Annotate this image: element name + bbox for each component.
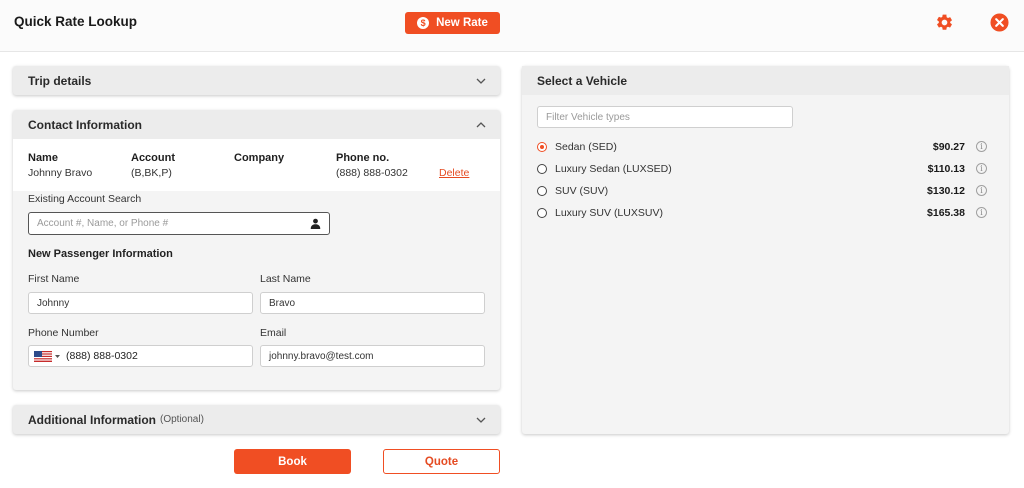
name-value: Johnny Bravo — [28, 167, 93, 179]
trip-details-panel-header[interactable]: Trip details — [13, 66, 500, 95]
us-flag-icon[interactable] — [34, 351, 52, 362]
select-vehicle-title: Select a Vehicle — [522, 66, 1009, 95]
dollar-circle-icon: $ — [417, 17, 430, 29]
chevron-down-icon[interactable] — [55, 355, 60, 358]
top-bar: Quick Rate Lookup $ New Rate — [0, 0, 1024, 52]
phone-column-label: Phone no. — [336, 152, 390, 164]
name-column-label: Name — [28, 152, 58, 164]
info-icon[interactable]: i — [976, 185, 987, 196]
additional-information-title: Additional Information — [28, 412, 156, 427]
book-button[interactable]: Book — [234, 449, 351, 474]
vehicle-price: $130.12 — [927, 185, 965, 197]
info-icon[interactable]: i — [976, 207, 987, 218]
email-label: Email — [260, 327, 287, 339]
info-icon[interactable]: i — [976, 141, 987, 152]
vehicle-radio[interactable] — [537, 186, 547, 196]
vehicle-option[interactable]: Sedan (SED) $90.27 i — [537, 139, 987, 155]
last-name-label: Last Name — [260, 273, 311, 285]
vehicle-name: SUV (SUV) — [555, 185, 609, 197]
new-rate-label: New Rate — [436, 17, 488, 29]
gear-icon[interactable] — [935, 13, 954, 32]
last-name-value: Bravo — [269, 297, 296, 309]
vehicle-price: $165.38 — [927, 207, 965, 219]
close-circle-icon[interactable] — [990, 13, 1009, 32]
vehicle-option[interactable]: SUV (SUV) $130.12 i — [537, 183, 987, 199]
company-column-label: Company — [234, 152, 285, 164]
email-value: johnny.bravo@test.com — [269, 350, 374, 362]
first-name-label: First Name — [28, 273, 80, 285]
vehicle-radio[interactable] — [537, 142, 547, 152]
vehicle-name: Sedan (SED) — [555, 141, 617, 153]
account-value: (B,BK,P) — [131, 167, 172, 179]
vehicle-name: Luxury SUV (LUXSUV) — [555, 207, 663, 219]
account-column-label: Account — [131, 152, 175, 164]
vehicle-price: $110.13 — [927, 163, 965, 175]
account-search-placeholder: Account #, Name, or Phone # — [37, 218, 169, 229]
filter-vehicle-placeholder: Filter Vehicle types — [546, 111, 630, 123]
filter-vehicle-input[interactable]: Filter Vehicle types — [537, 106, 793, 128]
vehicle-option[interactable]: Luxury SUV (LUXSUV) $165.38 i — [537, 205, 987, 221]
vehicle-option[interactable]: Luxury Sedan (LUXSED) $110.13 i — [537, 161, 987, 177]
page-title: Quick Rate Lookup — [14, 14, 138, 29]
trip-details-title: Trip details — [28, 73, 92, 88]
select-vehicle-panel: Select a Vehicle Filter Vehicle types Se… — [522, 66, 1009, 434]
account-search-input[interactable]: Account #, Name, or Phone # — [28, 212, 330, 235]
vehicle-radio[interactable] — [537, 208, 547, 218]
vehicle-radio[interactable] — [537, 164, 547, 174]
vehicle-name: Luxury Sedan (LUXSED) — [555, 163, 672, 175]
first-name-field[interactable]: Johnny — [28, 292, 253, 314]
contact-summary: Name Johnny Bravo Account (B,BK,P) Compa… — [13, 139, 500, 191]
phone-value: (888) 888-0302 — [336, 167, 408, 179]
person-icon[interactable] — [310, 218, 321, 229]
quote-button[interactable]: Quote — [383, 449, 500, 474]
contact-information-panel-header[interactable]: Contact Information — [13, 110, 500, 139]
info-icon[interactable]: i — [976, 163, 987, 174]
chevron-down-icon — [476, 417, 486, 423]
delete-link[interactable]: Delete — [439, 167, 469, 179]
vehicle-price: $90.27 — [932, 141, 965, 153]
chevron-up-icon — [476, 121, 486, 127]
phone-number-label: Phone Number — [28, 327, 99, 339]
new-rate-button[interactable]: $ New Rate — [405, 12, 500, 34]
account-search-label: Existing Account Search — [28, 193, 142, 205]
contact-information-title: Contact Information — [28, 117, 142, 132]
optional-label: (Optional) — [160, 414, 204, 425]
phone-number-field[interactable]: (888) 888-0302 — [28, 345, 253, 367]
last-name-field[interactable]: Bravo — [260, 292, 485, 314]
additional-information-panel-header[interactable]: Additional Information (Optional) — [13, 405, 500, 434]
phone-number-value: (888) 888-0302 — [66, 350, 138, 362]
new-passenger-title: New Passenger Information — [28, 248, 173, 260]
first-name-value: Johnny — [37, 297, 70, 309]
email-field[interactable]: johnny.bravo@test.com — [260, 345, 485, 367]
chevron-down-icon — [476, 78, 486, 84]
